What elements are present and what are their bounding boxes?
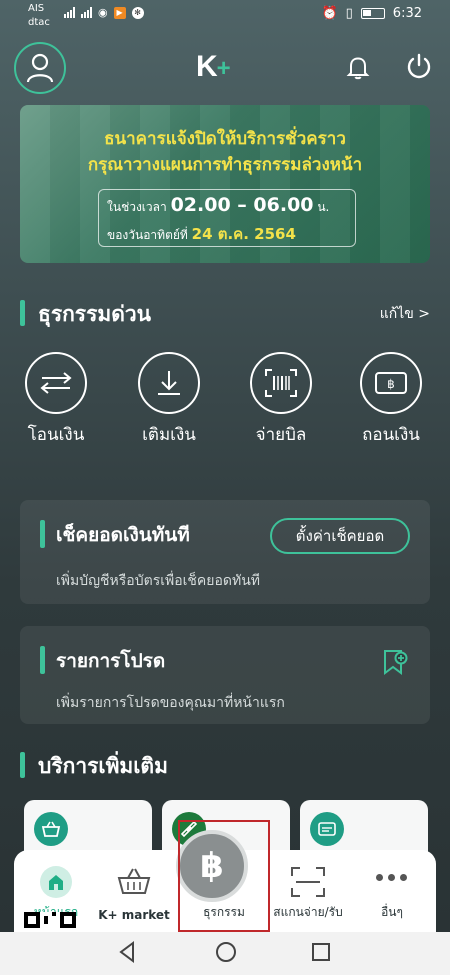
banner-subheadline: กรุณาวางแผนการทำธุรกรรมล่วงหน้า: [87, 155, 363, 175]
notification-button[interactable]: [345, 54, 371, 84]
banner-time-value: 02.00 – 06.00: [170, 194, 314, 216]
app-notification-icon-2: ✻: [131, 6, 144, 19]
quick-action-withdraw[interactable]: ฿ ถอนเงิน: [346, 352, 436, 448]
back-button[interactable]: [116, 940, 138, 968]
clock: 6:32: [392, 6, 422, 21]
nav-label: อื่นๆ: [381, 905, 403, 919]
banner-time-suffix: น.: [317, 200, 330, 214]
carrier-label: AIS: [28, 3, 45, 14]
card-icon: [310, 812, 344, 846]
setup-balance-check-button[interactable]: ตั้งค่าเช็คยอด: [270, 518, 410, 554]
vibrate-icon: ▯: [345, 6, 353, 21]
banner-headline: ธนาคารแจ้งปิดให้บริการชั่วคราว: [104, 129, 346, 149]
bell-icon: [346, 57, 370, 80]
banner-date-value: 24 ต.ค. 2564: [191, 225, 296, 243]
edit-quick-actions-link[interactable]: แก้ไข >: [380, 303, 430, 325]
withdraw-icon: ฿: [360, 352, 422, 414]
signal-icon-2: [81, 7, 92, 18]
quick-action-topup[interactable]: เติมเงิน: [124, 352, 214, 448]
scan-icon: [290, 866, 326, 902]
quick-action-pay-bill[interactable]: จ่ายบิล: [236, 352, 326, 448]
topup-icon: [138, 352, 200, 414]
power-icon: [407, 53, 431, 79]
quick-actions-title: ธุรกรรมด่วน: [20, 298, 151, 331]
more-services-title: บริการเพิ่มเติม: [20, 750, 168, 783]
home-icon: [40, 866, 72, 898]
circle-icon: [216, 942, 236, 962]
balance-check-card: เช็คยอดเงินทันที ตั้งค่าเช็คยอด เพิ่มบัญ…: [20, 500, 430, 604]
home-button[interactable]: [214, 940, 238, 968]
nav-label: K+ market: [98, 908, 170, 922]
logout-button[interactable]: [405, 52, 433, 84]
basket-icon: [116, 866, 152, 900]
logo-k: K: [196, 50, 218, 83]
quick-action-transfer[interactable]: โอนเงิน: [11, 352, 101, 448]
barcode-icon: [250, 352, 312, 414]
square-icon: [312, 943, 330, 961]
wifi-icon: ◉: [98, 6, 108, 19]
android-nav-bar: [0, 932, 450, 975]
quick-action-label: จ่ายบิล: [255, 425, 307, 445]
banner-date-prefix: ของวันอาทิตย์ที่: [107, 228, 188, 242]
add-favorite-icon[interactable]: [382, 648, 408, 680]
favorites-card-title: รายการโปรด: [40, 646, 165, 676]
more-icon: [376, 874, 407, 881]
status-icons-left: ◉ ▶ ✻: [64, 6, 144, 19]
status-bar: AIS dtac ◉ ▶ ✻ ⏰ ▯ 6:32: [0, 0, 450, 36]
banner-time: ในช่วงเวลา 02.00 – 06.00 น.: [107, 194, 329, 217]
banner-schedule-box: ในช่วงเวลา 02.00 – 06.00 น. ของวันอาทิตย…: [98, 189, 356, 247]
banner-time-prefix: ในช่วงเวลา: [107, 200, 167, 214]
recents-button[interactable]: [310, 940, 332, 968]
alarm-icon: ⏰: [321, 6, 338, 21]
carrier-label-2: dtac: [28, 17, 50, 28]
nav-more[interactable]: อื่นๆ: [350, 850, 434, 932]
highlight-annotation: [178, 820, 270, 932]
logo-plus: +: [216, 55, 231, 82]
quick-action-label: ถอนเงิน: [362, 425, 420, 445]
nav-kplus-market[interactable]: K+ market: [92, 850, 176, 932]
profile-avatar-button[interactable]: [14, 42, 66, 94]
balance-card-subtitle: เพิ่มบัญชีหรือบัตรเพื่อเช็คยอดทันที: [56, 573, 261, 589]
nav-label: สแกนจ่าย/รับ: [273, 905, 343, 919]
back-icon: [119, 941, 134, 963]
transfer-icon: [25, 352, 87, 414]
user-icon: [26, 53, 54, 83]
svg-text:฿: ฿: [387, 377, 395, 391]
maintenance-banner[interactable]: ธนาคารแจ้งปิดให้บริการชั่วคราว กรุณาวางแ…: [20, 105, 430, 263]
kplus-logo: K+: [196, 50, 231, 84]
banner-date: ของวันอาทิตย์ที่ 24 ต.ค. 2564: [107, 222, 296, 246]
quick-action-label: โอนเงิน: [27, 425, 85, 445]
battery-icon: [360, 8, 385, 19]
basket-icon: [34, 812, 68, 846]
favorites-card[interactable]: รายการโปรด เพิ่มรายการโปรดของคุณมาที่หน้…: [20, 626, 430, 724]
nav-scan-pay[interactable]: สแกนจ่าย/รับ: [266, 850, 350, 932]
status-icons-right: ⏰ ▯ 6:32: [321, 6, 422, 21]
balance-card-title: เช็คยอดเงินทันที: [40, 520, 190, 550]
signal-icon: [64, 7, 75, 18]
app-notification-icon: ▶: [113, 6, 126, 19]
quick-action-label: เติมเงิน: [142, 425, 196, 445]
favorites-card-subtitle: เพิ่มรายการโปรดของคุณมาที่หน้าแรก: [56, 695, 285, 711]
